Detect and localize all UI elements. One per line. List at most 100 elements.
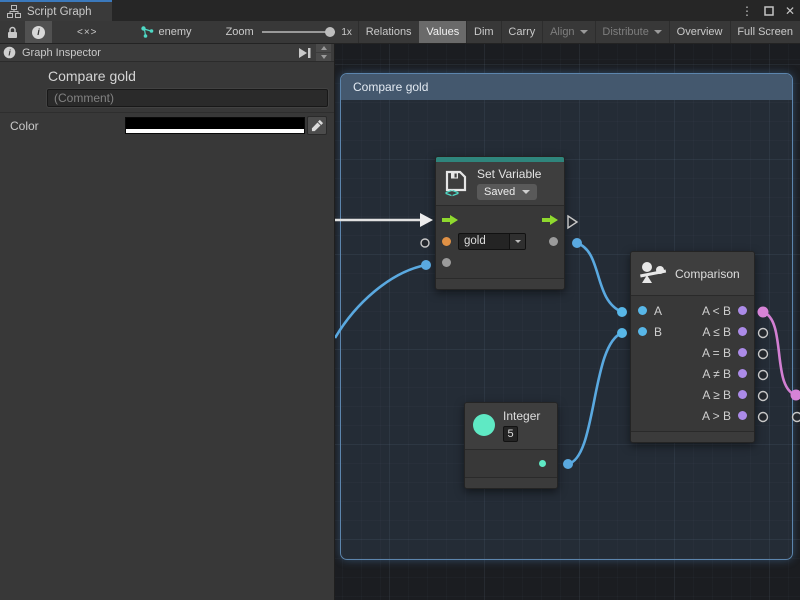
flow-output-arrow-icon[interactable] (542, 215, 558, 225)
chevron-down-icon (654, 30, 662, 34)
info-icon: i (32, 26, 45, 39)
output-label: A ≠ B (702, 367, 731, 381)
eyedropper-icon (311, 119, 324, 132)
output-value-port[interactable] (549, 237, 558, 246)
dock-inspector-icon[interactable] (297, 47, 312, 59)
output-a-neq-b-port[interactable] (738, 369, 747, 378)
script-graph-icon (7, 5, 21, 18)
fullscreen-button[interactable]: Full Screen (730, 21, 800, 43)
comparison-row: B A ≤ B (631, 321, 754, 342)
output-a-lt-b-port[interactable] (738, 306, 747, 315)
group-header[interactable]: Compare gold (341, 74, 792, 100)
scroll-spinner (316, 44, 331, 61)
graph-name-label: enemy (159, 26, 192, 38)
node-title: Set Variable (477, 167, 541, 181)
color-field-label: Color (10, 119, 39, 133)
edit-script-button[interactable]: <×> (70, 21, 105, 43)
output-label: A < B (702, 304, 731, 318)
triangle-up-icon (321, 46, 327, 50)
zoom-slider[interactable] (262, 21, 336, 43)
values-button[interactable]: Values (419, 21, 466, 43)
integer-header: Integer 5 (465, 403, 557, 450)
graph-node-icon (141, 26, 154, 38)
code-icon: <×> (77, 27, 98, 38)
dim-button[interactable]: Dim (467, 21, 501, 43)
relations-button[interactable]: Relations (359, 21, 419, 43)
tab-script-graph[interactable]: Script Graph (0, 0, 112, 21)
set-variable-header: <> Set Variable Saved (436, 162, 564, 206)
output-a-gte-b-port[interactable] (738, 390, 747, 399)
distribute-button[interactable]: Distribute (595, 21, 668, 43)
eyedropper-button[interactable] (307, 116, 327, 135)
inspector-title: Graph Inspector (22, 47, 101, 59)
color-swatch[interactable] (125, 117, 305, 134)
window-menu-icon[interactable]: ⋮ (741, 5, 753, 17)
comparison-row: A A < B (631, 300, 754, 321)
port-open-circle[interactable] (793, 413, 800, 422)
variable-name-value: gold (459, 234, 509, 249)
zoom-slider-knob[interactable] (325, 27, 335, 37)
comparison-row: A = B (631, 342, 754, 363)
close-icon[interactable]: ✕ (785, 5, 795, 17)
node-comparison[interactable]: Comparison A A < B B A ≤ B (630, 251, 755, 443)
input-value-port[interactable] (442, 258, 451, 267)
inspector-toggle-button[interactable]: i (25, 21, 52, 43)
scroll-down-button[interactable] (316, 53, 331, 61)
alpha-strip (126, 129, 304, 133)
inspected-graph-title: Compare gold (48, 68, 136, 84)
node-footer (631, 431, 754, 442)
comment-input[interactable] (47, 89, 328, 107)
graph-breadcrumb[interactable]: enemy (135, 21, 198, 43)
dropdown-caret-icon (515, 240, 521, 243)
input-b-label: B (654, 325, 662, 339)
integer-value-field[interactable]: 5 (503, 426, 518, 442)
graph-toolbar: i <×> enemy Zoom 1x Relations Values Dim… (0, 21, 800, 44)
output-label: A = B (702, 346, 731, 360)
node-integer[interactable]: Integer 5 (464, 402, 558, 489)
lock-button[interactable] (0, 21, 25, 43)
carry-button[interactable]: Carry (501, 21, 542, 43)
comparison-header: Comparison (631, 252, 754, 296)
input-a-label: A (654, 304, 662, 318)
section-divider (0, 112, 334, 113)
integer-type-icon (473, 414, 495, 436)
node-footer (436, 278, 564, 289)
variable-scope-value: Saved (484, 186, 515, 198)
node-title: Integer (503, 409, 540, 423)
input-b-port[interactable] (638, 327, 647, 336)
input-a-port[interactable] (638, 306, 647, 315)
output-label: A ≥ B (702, 388, 731, 402)
output-a-eq-b-port[interactable] (738, 348, 747, 357)
dropdown-caret-icon (522, 190, 530, 194)
integer-output-port[interactable] (539, 460, 546, 467)
variable-scope-dropdown[interactable]: Saved (477, 184, 537, 200)
zoom-label: Zoom (226, 21, 254, 43)
triangle-down-icon (321, 55, 327, 59)
unity-script-graph-window: Script Graph ⋮ ✕ i <×> (0, 0, 800, 600)
variable-name-dropdown[interactable]: gold (458, 233, 526, 250)
info-icon: i (3, 46, 16, 59)
scroll-up-button[interactable] (316, 44, 331, 52)
comparison-row: A > B (631, 405, 754, 426)
output-a-gt-b-port[interactable] (738, 411, 747, 420)
comparison-row: A ≥ B (631, 384, 754, 405)
node-set-variable[interactable]: <> Set Variable Saved (435, 156, 565, 290)
set-variable-body: gold (436, 206, 564, 278)
dropdown-button[interactable] (509, 234, 525, 249)
chevron-down-icon (580, 30, 588, 34)
align-button[interactable]: Align (543, 21, 594, 43)
flow-input-arrow-icon[interactable] (442, 215, 458, 225)
graph-canvas[interactable]: Compare gold <> Set Variable Saved (335, 44, 800, 600)
zoom-slider-track[interactable] (262, 31, 336, 33)
overview-button[interactable]: Overview (670, 21, 730, 43)
group-title: Compare gold (353, 80, 428, 94)
node-title: Comparison (675, 267, 740, 281)
tab-title: Script Graph (27, 6, 92, 18)
output-label: A ≤ B (702, 325, 731, 339)
maximize-icon[interactable] (764, 6, 774, 16)
output-a-lte-b-port[interactable] (738, 327, 747, 336)
variable-name-port[interactable] (442, 237, 451, 246)
integer-body (465, 450, 557, 477)
comparison-scale-icon (639, 261, 667, 286)
comparison-row: A ≠ B (631, 363, 754, 384)
